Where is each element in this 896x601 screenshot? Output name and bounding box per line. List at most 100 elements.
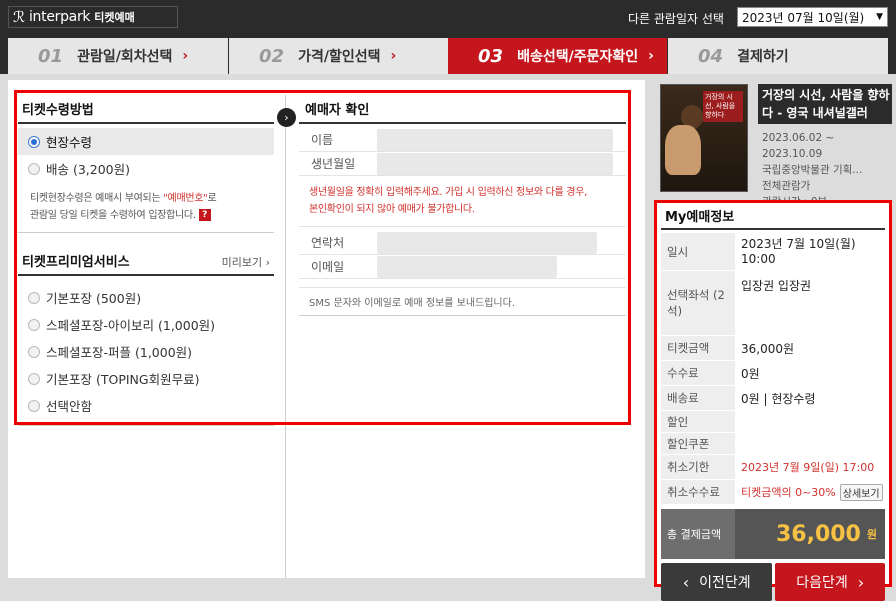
info-value: 0원 | 현장수령	[741, 391, 816, 406]
info-value	[735, 433, 885, 454]
radio-icon[interactable]	[28, 318, 40, 331]
note-text: 로	[207, 193, 217, 204]
interpark-logo[interactable]: ℛ interpark 티켓예매	[8, 6, 178, 28]
birth-row: 생년월일	[299, 152, 626, 176]
event-info: 거장의 시선, 사람을 향하다 - 영국 내셔널갤러 2023.06.02 ~ …	[758, 84, 892, 202]
info-value: 0원	[741, 366, 760, 381]
info-row-ticket-price: 티켓금액 36,000원	[661, 336, 885, 361]
birth-note: 생년월일을 정확히 입력해주세요. 가입 시 입력하신 정보와 다를 경우, 본…	[299, 176, 626, 227]
help-icon[interactable]: ?	[198, 209, 211, 221]
chevron-right-icon: ›	[857, 572, 865, 592]
chevron-right-icon: ›	[182, 48, 189, 64]
date-select[interactable]: 2023년 07월 10일(월) ▼	[737, 7, 888, 27]
email-input-redacted[interactable]	[377, 255, 557, 278]
info-value: 2023년 7월 10일(월) 10:00	[741, 236, 856, 266]
info-key: 할인	[661, 411, 735, 432]
chevron-right-icon: ›	[390, 48, 397, 64]
radio-icon[interactable]	[28, 345, 40, 358]
expand-arrow-icon[interactable]: ›	[277, 108, 296, 127]
premium-option[interactable]: 선택안함	[18, 392, 274, 419]
option-label: 기본포장 (500원)	[46, 291, 142, 306]
info-value: 36,000원	[741, 341, 795, 356]
option-label: 배송 (3,200원)	[46, 162, 131, 177]
info-key: 배송료	[661, 386, 735, 410]
poster-figure	[665, 125, 701, 175]
phone-input-redacted[interactable]	[377, 231, 597, 254]
radio-icon[interactable]	[28, 399, 40, 412]
option-label: 기본포장 (TOPING회원무료)	[46, 372, 200, 387]
email-row: 이메일	[299, 255, 626, 279]
name-label: 이름	[311, 133, 334, 147]
name-value-redacted	[377, 128, 613, 151]
step-number: 01	[38, 45, 64, 67]
next-label: 다음단계	[796, 575, 848, 591]
delivery-option-onsite[interactable]: 현장수령	[18, 128, 274, 155]
step-1[interactable]: 01 관람일/회차선택 ›	[8, 38, 228, 74]
step-label: 관람일/회차선택	[77, 49, 173, 65]
premium-option[interactable]: 기본포장 (500원)	[18, 284, 274, 311]
logo-mark-icon: ℛ	[13, 8, 25, 26]
nav-buttons: ‹ 이전단계 다음단계 ›	[661, 563, 885, 601]
sms-note: SMS 문자와 이메일로 예매 정보를 보내드립니다.	[299, 287, 626, 316]
buyer-title: 예매자 확인	[299, 95, 626, 124]
premium-option[interactable]: 기본포장 (TOPING회원무료)	[18, 365, 274, 392]
premium-option[interactable]: 스페셜포장-퍼플 (1,000원)	[18, 338, 274, 365]
info-value	[735, 411, 885, 432]
step-label: 결제하기	[737, 49, 789, 65]
note-text: 관람일 당일 티켓을 수령하여 입장합니다.	[30, 210, 196, 221]
other-date-label: 다른 관람일자 선택	[628, 12, 724, 26]
info-key: 일시	[661, 233, 735, 270]
total-amount: 36,000	[775, 521, 861, 547]
info-key: 취소기한	[661, 455, 735, 479]
info-value: 2023년 7월 9일(일) 17:00	[741, 461, 875, 474]
radio-icon[interactable]	[28, 162, 40, 175]
phone-row: 연락처	[299, 231, 626, 255]
event-venue: 국립중앙박물관 기획...	[762, 164, 863, 176]
info-row-cancel-fee: 취소수수료 티켓금액의 0~30% 상세보기	[661, 480, 885, 505]
info-key: 수수료	[661, 361, 735, 385]
right-column: 예매자 확인 이름 생년월일 생년월일을 정확히 입력해주세요. 가입 시 입력…	[299, 95, 626, 316]
step-number: 02	[259, 45, 285, 67]
total-label: 총 결제금액	[667, 528, 722, 541]
next-step-button[interactable]: 다음단계 ›	[775, 563, 885, 601]
premium-header: 티켓프리미엄서비스 미리보기 ›	[18, 247, 274, 276]
preview-link[interactable]: 미리보기 ›	[222, 254, 270, 270]
radio-icon[interactable]	[28, 291, 40, 304]
step-number: 04	[698, 45, 724, 67]
birth-label: 생년월일	[311, 157, 356, 171]
option-label: 스페셜포장-퍼플 (1,000원)	[46, 345, 193, 360]
prev-step-button[interactable]: ‹ 이전단계	[661, 563, 773, 601]
event-age: 전체관람가	[762, 180, 811, 192]
step-4: 04 결제하기	[668, 38, 888, 74]
premium-options: 기본포장 (500원) 스페셜포장-아이보리 (1,000원) 스페셜포장-퍼플…	[18, 276, 274, 426]
premium-option[interactable]: 스페셜포장-아이보리 (1,000원)	[18, 311, 274, 338]
poster-title: 거장의 시선, 사람을 향하다	[703, 91, 743, 122]
logo-sub: 티켓예매	[94, 11, 135, 24]
radio-checked-icon[interactable]	[28, 135, 40, 148]
note-text: 티켓현장수령은 예매시 부여되는	[30, 193, 164, 204]
total-row: 총 결제금액 36,000 원	[661, 509, 885, 559]
info-row-discount: 할인	[661, 411, 885, 433]
info-row-seats: 선택좌석 (2석) 입장권 입장권	[661, 271, 885, 336]
info-key: 할인쿠폰	[661, 433, 735, 454]
column-divider	[285, 95, 286, 578]
option-label: 현장수령	[46, 135, 93, 150]
name-row: 이름	[299, 128, 626, 152]
prev-label: 이전단계	[699, 575, 751, 591]
logo-text: interpark	[28, 9, 91, 25]
top-bar: ℛ interpark 티켓예매 다른 관람일자 선택 2023년 07월 10…	[0, 0, 896, 36]
date-select-value: 2023년 07월 10일(월)	[742, 10, 865, 25]
phone-label: 연락처	[311, 236, 345, 250]
fee-detail-button[interactable]: 상세보기	[839, 483, 883, 501]
info-value: 티켓금액의 0~30% 상세보기	[735, 480, 885, 504]
radio-icon[interactable]	[28, 372, 40, 385]
left-column: 티켓수령방법 현장수령 배송 (3,200원) 티켓현장수령은 예매시 부여되는…	[18, 95, 274, 426]
delivery-option-shipping[interactable]: 배송 (3,200원)	[18, 155, 274, 182]
total-unit: 원	[866, 528, 877, 541]
birth-input-redacted[interactable]	[377, 152, 613, 175]
info-key: 선택좌석 (2석)	[661, 271, 735, 335]
step-2[interactable]: 02 가격/할인선택 ›	[229, 38, 448, 74]
event-poster[interactable]: 거장의 시선, 사람을 향하다	[660, 84, 748, 192]
option-label: 선택안함	[46, 399, 93, 414]
step-nav: 01 관람일/회차선택 › 02 가격/할인선택 › 03 배송선택/주문자확인…	[0, 36, 896, 74]
